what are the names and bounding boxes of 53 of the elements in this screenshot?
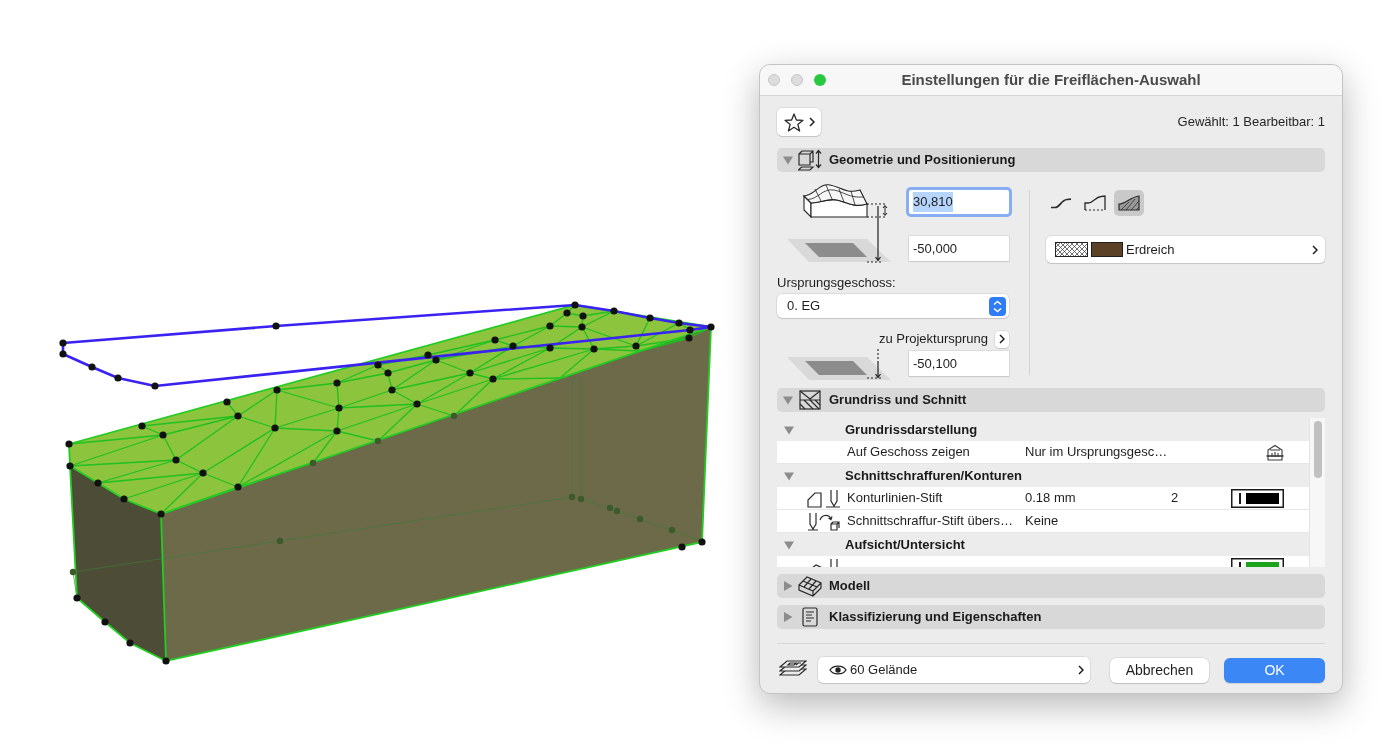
property-value: 0.18 mm (1025, 490, 1076, 506)
crosshatch-swatch-icon (1055, 242, 1088, 257)
section-header[interactable]: Geometrie und Positionierung (777, 148, 1325, 172)
property-name: Schnittschraffur-Stift übers… (847, 513, 1013, 529)
scrollbar-thumb[interactable] (1313, 421, 1322, 478)
expanded-triangle-icon (784, 470, 794, 481)
bottom-elevation-field[interactable]: -50,000 (909, 236, 1009, 261)
contour-pen-icon (807, 488, 841, 508)
chevron-icon (1312, 244, 1318, 255)
expanded-triangle-icon (784, 539, 794, 550)
property-value: Nur im Ursprungsgesc… (1025, 444, 1168, 460)
section-header[interactable]: Modell (777, 574, 1325, 598)
expanded-triangle-icon (783, 395, 793, 405)
expanded-triangle-icon (784, 424, 794, 435)
star-icon (783, 112, 804, 132)
property-value: Keine (1025, 513, 1059, 529)
favorites-button[interactable] (777, 108, 821, 136)
terrain-block-icon (798, 575, 822, 597)
chevron-icon (1078, 665, 1084, 675)
eye-icon (829, 664, 847, 676)
reference-label: zu Projektursprung (878, 330, 988, 349)
stepper-icon (989, 296, 1006, 316)
reference-menu-button[interactable] (995, 330, 1009, 348)
reference-elevation-field[interactable]: -50,100 (909, 351, 1009, 376)
profile-option-button[interactable] (1114, 190, 1144, 216)
home-story-select[interactable]: 0. EG (777, 294, 1009, 318)
expanded-triangle-icon (783, 155, 793, 165)
box-height-icon (798, 149, 822, 171)
pen-number: 2 (1171, 490, 1179, 506)
material-selector[interactable]: Erdreich (1046, 236, 1325, 263)
home-story-label: Ursprungsgeschoss: (777, 274, 896, 291)
hatched-profile-icon (1118, 195, 1140, 211)
collapsed-triangle-icon (783, 581, 793, 591)
building-floor-icon (1266, 443, 1284, 461)
collapsed-triangle-icon (783, 612, 793, 622)
section-header[interactable]: Klassifizierung und Eigenschaften (777, 605, 1325, 629)
ok-button[interactable]: OK (1224, 657, 1325, 683)
selection-info: Gewählt: 1 Bearbeitbar: 1 (1177, 113, 1325, 132)
chevron-icon (808, 117, 815, 127)
top-elevation-field[interactable]: 30,810 (909, 190, 1009, 214)
open-profile-icon (1084, 195, 1106, 211)
layer-select[interactable]: 60 Gelände (818, 657, 1090, 683)
section-header[interactable]: Grundriss und Schnitt (777, 388, 1325, 412)
hatched-plan-icon (799, 390, 821, 410)
pen-override-icon (807, 511, 841, 531)
cancel-button[interactable]: Abbrechen (1110, 657, 1209, 683)
material-color-icon (1091, 242, 1123, 257)
chevron-icon (999, 334, 1005, 344)
window-title: Einstellungen für die Freiflächen-Auswahl (900, 69, 1202, 90)
property-name: Auf Geschoss zeigen (847, 444, 970, 460)
curve-line-icon (1050, 197, 1072, 209)
property-name: Konturlinien-Stift (847, 490, 943, 506)
document-icon (802, 607, 818, 627)
